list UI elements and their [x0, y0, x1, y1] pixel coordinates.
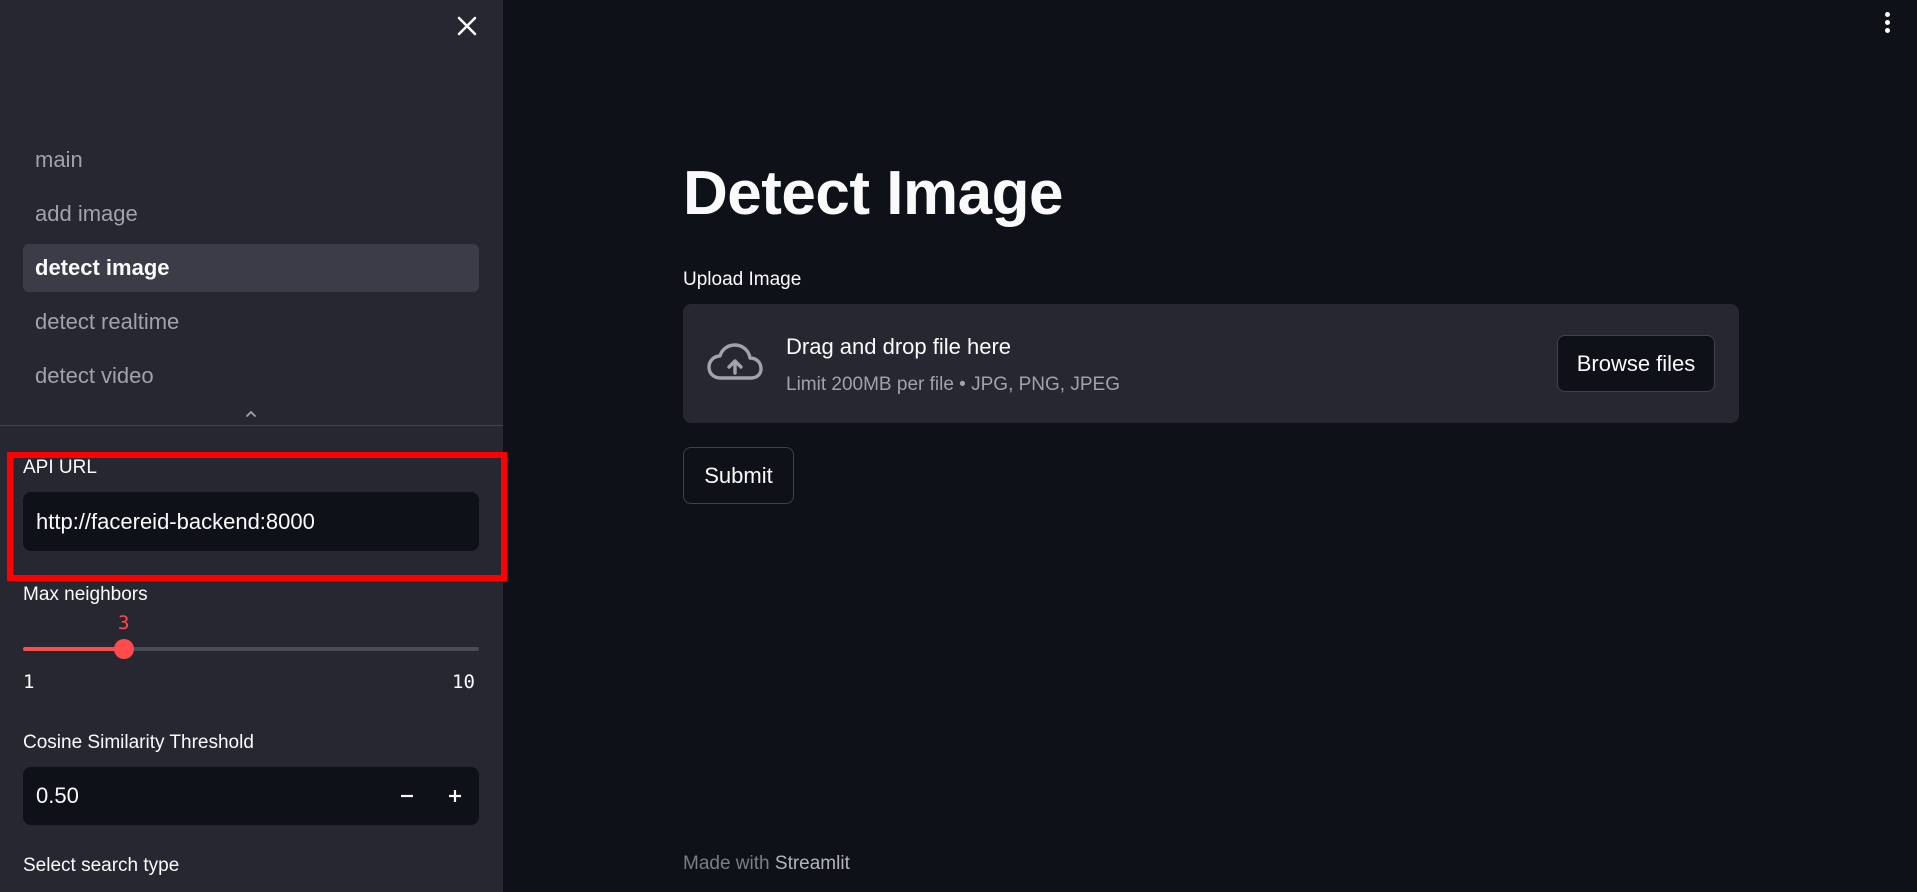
sidebar-item-detect-video[interactable]: detect video: [23, 352, 479, 400]
increment-button[interactable]: [431, 767, 479, 825]
close-icon: [457, 16, 477, 36]
search-type-label: Select search type: [23, 855, 180, 876]
sidebar-item-detect-realtime[interactable]: detect realtime: [23, 298, 479, 346]
cosine-threshold-label: Cosine Similarity Threshold: [23, 732, 254, 753]
browse-files-button[interactable]: Browse files: [1557, 335, 1715, 392]
sidebar: main add image detect image detect realt…: [0, 0, 507, 892]
api-url-label: API URL: [23, 457, 97, 478]
dropzone-title: Drag and drop file here: [786, 334, 1012, 359]
file-dropzone[interactable]: Drag and drop file here Limit 200MB per …: [683, 304, 1739, 423]
close-sidebar-button[interactable]: [451, 10, 483, 42]
sidebar-item-add-image[interactable]: add image: [23, 190, 479, 238]
slider-current-value: 3: [118, 612, 130, 634]
sidebar-item-detect-image[interactable]: detect image: [23, 244, 479, 292]
main-menu-button[interactable]: [1874, 8, 1900, 36]
max-neighbors-label: Max neighbors: [23, 584, 148, 605]
slider-max-label: 10: [452, 671, 475, 693]
collapse-nav-button[interactable]: [240, 404, 262, 424]
api-url-input[interactable]: http://facereid-backend:8000: [23, 492, 479, 551]
kebab-dot: [1884, 19, 1890, 25]
cloud-upload-icon: [707, 343, 763, 380]
slider-min-label: 1: [23, 671, 35, 693]
chevron-up-icon: [246, 410, 256, 417]
max-neighbors-slider[interactable]: [23, 639, 479, 659]
footer: Made with Streamlit: [683, 853, 850, 875]
cosine-threshold-value[interactable]: 0.50: [36, 767, 79, 825]
slider-fill: [23, 647, 125, 651]
plus-icon: [449, 790, 461, 802]
slider-thumb[interactable]: [114, 639, 135, 659]
dropzone-limit-text: Limit 200MB per file • JPG, PNG, JPEG: [786, 374, 1120, 395]
cosine-threshold-input[interactable]: 0.50: [23, 767, 479, 825]
submit-button[interactable]: Submit: [683, 447, 794, 504]
decrement-button[interactable]: [383, 767, 431, 825]
upload-label: Upload Image: [683, 269, 802, 290]
page-title: Detect Image: [683, 159, 1063, 228]
kebab-dot: [1884, 27, 1890, 33]
minus-icon: [401, 794, 413, 798]
kebab-menu-icon: [1884, 11, 1890, 17]
sidebar-divider: [0, 425, 503, 426]
sidebar-item-main[interactable]: main: [23, 136, 479, 184]
streamlit-link[interactable]: Streamlit: [775, 853, 850, 874]
footer-prefix: Made with: [683, 853, 770, 874]
sidebar-nav: main add image detect image detect realt…: [23, 136, 479, 406]
